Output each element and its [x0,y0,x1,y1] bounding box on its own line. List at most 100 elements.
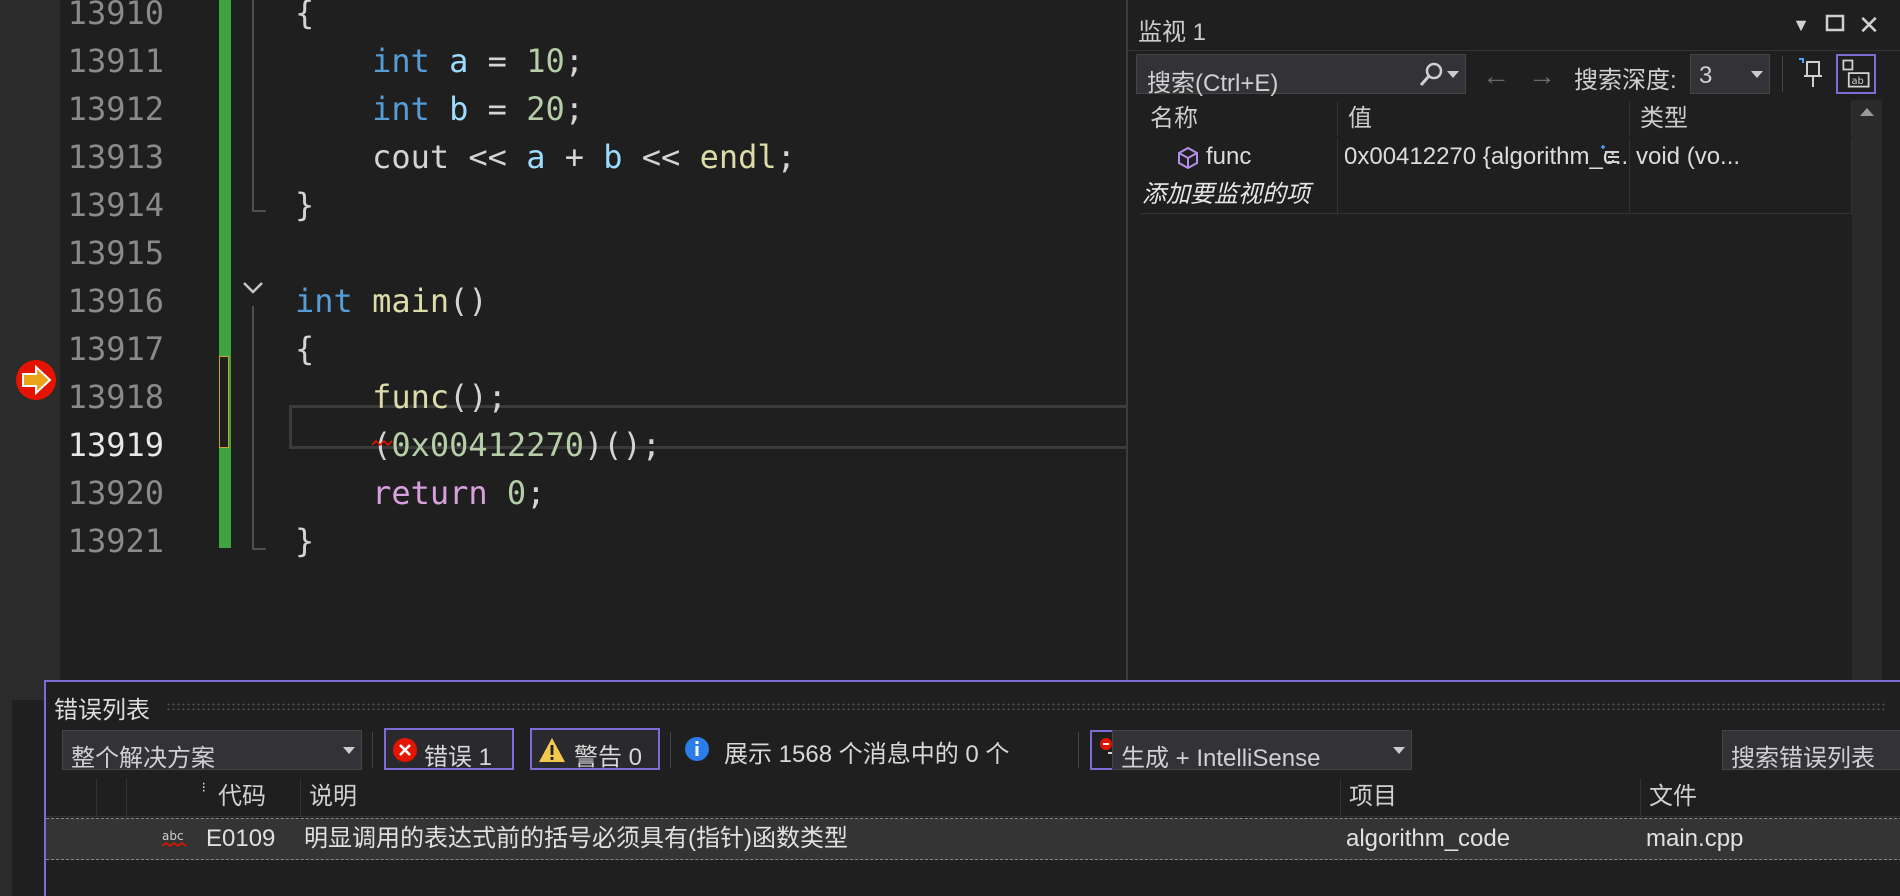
panel-drag-grip[interactable] [166,702,1886,710]
search-options-dropdown-icon[interactable] [1447,71,1459,78]
code-text[interactable]: { [295,330,314,368]
search-icon[interactable] [1417,61,1445,89]
line-number: 13913 [67,138,164,176]
search-depth-select[interactable]: 3 [1690,54,1770,94]
error-file: main.cpp [1646,825,1744,852]
code-token: () [449,282,488,320]
warnings-filter-button[interactable]: 警告 0 [530,728,660,771]
code-token: 20 [526,90,565,128]
error-description: 明显调用的表达式前的括号必须具有(指针)函数类型 [304,825,848,852]
line-number: 13915 [67,234,164,272]
code-token: 10 [526,42,565,80]
search-depth-value: 3 [1699,62,1713,89]
code-token: 0 [506,474,527,512]
forward-arrow-icon[interactable]: → [1528,60,1556,92]
code-token: a [526,138,546,176]
window-menu-icon[interactable]: ▼ [1786,10,1816,40]
code-text[interactable]: int b = 20; [295,90,584,128]
watch-title-bar: 监视 1 ▼ ✕ [1128,0,1900,51]
add-watch-item[interactable]: 添加要监视的项 [1140,176,1338,214]
code-token: int [372,42,430,80]
code-token: } [295,522,315,560]
line-number: 13911 [67,42,164,80]
scope-select[interactable]: 整个解决方案 [62,730,362,772]
error-list-toolbar: 整个解决方案 错误 1 警告 0 展示 1568 个消息中的 0 个 生成 + … [46,724,1900,776]
watch-row-name-text: func [1206,143,1252,170]
error-search-placeholder: 搜索错误列表 [1731,745,1875,772]
messages-filter-label[interactable]: 展示 1568 个消息中的 0 个 [724,734,1009,769]
column-header-code[interactable]: 代码 [210,778,300,816]
error-icon [393,738,417,762]
error-list-title: 错误列表 [54,697,150,724]
code-text[interactable]: return 0; [295,474,545,512]
code-text[interactable]: (0x00412270)(); [295,426,661,464]
chevron-down-icon [1751,71,1763,78]
error-search-input[interactable]: 搜索错误列表 [1722,730,1900,772]
left-edge-strip [0,0,12,896]
line-number: 13917 [67,330,164,368]
code-text[interactable]: func(); [295,378,507,416]
pin-icon[interactable] [1796,56,1830,92]
code-token: b [449,90,469,128]
code-token: = [468,42,527,80]
error-list-panel[interactable]: 错误列表 整个解决方案 错误 1 警告 0 展示 1568 个消息中的 0 个 … [44,680,1900,896]
line-number: 13912 [67,90,164,128]
column-header-category[interactable]: ⁝ [126,778,210,816]
watch-scrollbar[interactable] [1852,100,1882,690]
code-text[interactable]: cout << a + b << endl; [295,138,796,176]
build-source-select[interactable]: 生成 + IntelliSense [1112,730,1412,772]
column-header-file[interactable]: 文件 [1640,778,1900,816]
line-number: 13920 [67,474,164,512]
column-header-spacer [96,778,126,816]
code-token: ; [564,42,584,80]
error-project: algorithm_code [1346,825,1511,852]
code-token: ; [564,90,584,128]
code-token: } [295,186,315,224]
toolbar-separator [1078,732,1079,768]
variable-cube-icon [1178,146,1198,170]
code-token: cout << [295,138,527,176]
code-text[interactable]: int a = 10; [295,42,584,80]
column-header-project[interactable]: 项目 [1340,778,1640,816]
watch-search-input[interactable]: 搜索(Ctrl+E) [1136,54,1466,97]
hex-display-icon[interactable]: ab [1836,54,1876,94]
column-header-value[interactable]: 值 [1338,102,1630,136]
watch-row-name[interactable]: func [1140,138,1338,176]
code-text[interactable]: } [295,186,314,224]
code-token: )(); [583,426,662,464]
code-text[interactable]: { [295,0,314,32]
code-text[interactable]: } [295,522,314,560]
search-depth-label: 搜索深度: [1574,67,1677,94]
code-text[interactable]: int main() [295,282,488,320]
code-token: { [295,330,315,368]
errors-filter-label: 错误 1 [424,744,493,771]
column-header-type[interactable]: 类型 [1630,102,1852,136]
code-token: + [545,138,604,176]
watch-row-value[interactable]: 0x00412270 {algorithm_c... [1338,138,1630,176]
maximize-square-icon [1825,14,1845,32]
add-watch-value-cell [1338,176,1630,214]
toolbar-separator [670,732,671,768]
line-number: 13919 [67,426,164,464]
errors-filter-button[interactable]: 错误 1 [384,728,514,771]
code-token: int [295,282,353,320]
watch-window[interactable]: 监视 1 ▼ ✕ 搜索(Ctrl+E) ← → 搜索深度: 3 ab 名称 值 … [1126,0,1900,690]
code-token: 0x00412270 [391,426,584,464]
code-token: main [372,282,450,320]
watch-search-placeholder: 搜索(Ctrl+E) [1147,70,1279,97]
scroll-up-icon[interactable] [1860,108,1874,116]
code-token: { [295,0,315,32]
back-arrow-icon[interactable]: ← [1482,60,1510,92]
info-icon[interactable] [684,736,710,762]
close-icon[interactable]: ✕ [1854,10,1884,40]
watch-row-type: void (vo... [1630,138,1852,176]
code-token: ; [526,474,546,512]
visualizer-icon[interactable] [1599,144,1623,168]
column-header-name[interactable]: 名称 [1140,102,1338,136]
execution-arrow-icon[interactable] [14,358,58,402]
table-row[interactable]: abc E0109 明显调用的表达式前的括号必须具有(指针)函数类型 algor… [46,818,1900,860]
maximize-icon[interactable] [1820,10,1850,40]
column-header-description[interactable]: 说明 [300,778,1340,816]
